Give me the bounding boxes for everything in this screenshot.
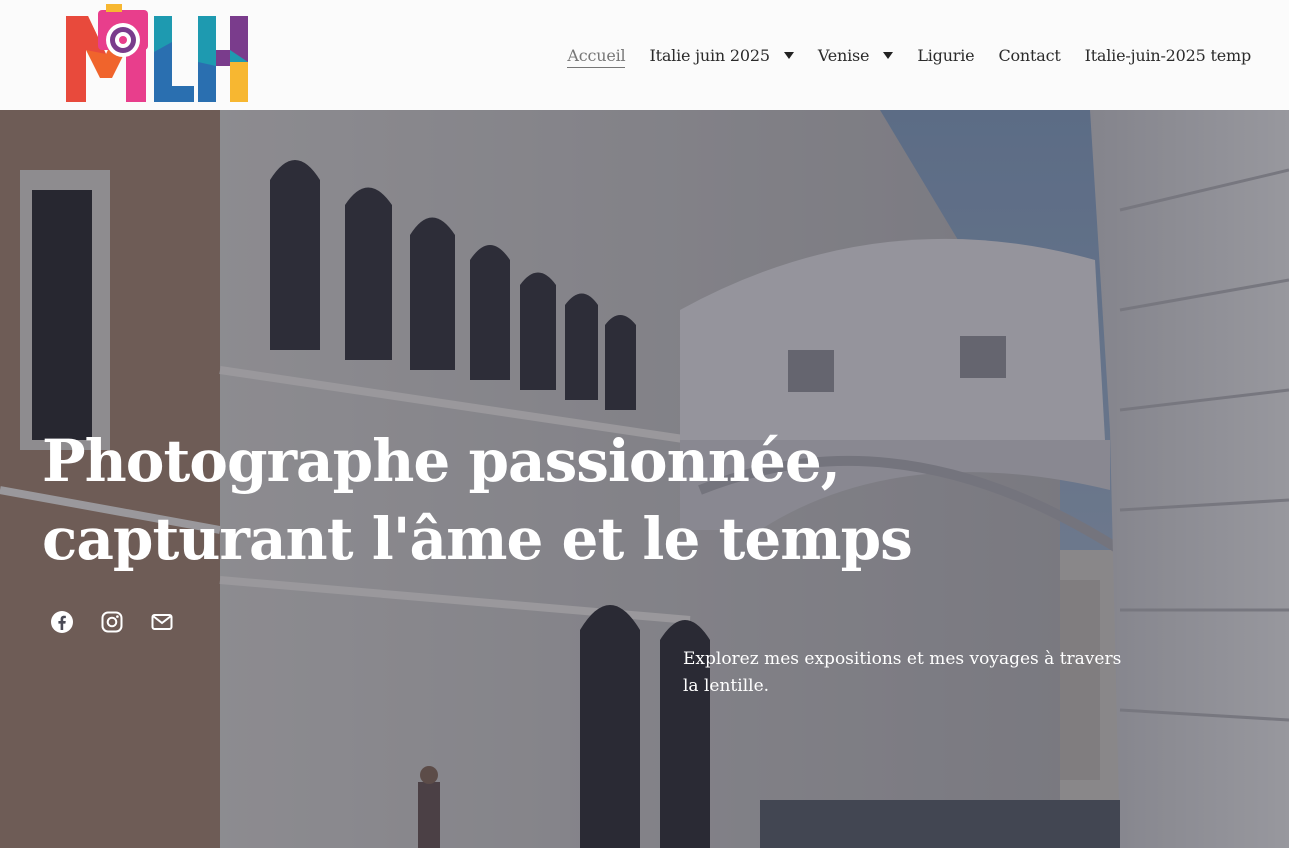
caret-down-icon[interactable] [883,51,894,59]
facebook-icon[interactable] [50,610,74,634]
nav-item-venise[interactable]: Venise [817,45,894,65]
site-header: Accueil Italie juin 2025 Venise Ligurie … [0,0,1289,110]
hero-section: Photographe passionnée, capturant l'âme … [0,110,1289,848]
nav-item-label: Italie juin 2025 [649,45,770,65]
site-logo[interactable] [62,2,252,106]
hero-headline-line-1: Photographe passionnée, [42,427,841,495]
instagram-icon[interactable] [100,610,124,634]
nav-item-label: Ligurie [917,45,975,65]
nav-item-accueil[interactable]: Accueil [567,45,626,68]
nav-item-contact[interactable]: Contact [998,46,1060,65]
nav-item-label: Contact [998,45,1061,65]
nav-item-label: Venise [817,45,870,65]
hero-headline-line-2: capturant l'âme et le temps [42,505,913,573]
nav-item-italie-juin-2025[interactable]: Italie juin 2025 [649,45,794,65]
social-links [50,610,174,634]
nav-item-label: Accueil [567,45,626,65]
caret-down-icon[interactable] [783,51,794,59]
email-icon[interactable] [150,610,174,634]
main-nav: Accueil Italie juin 2025 Venise Ligurie … [543,0,1251,110]
hero-headline: Photographe passionnée, capturant l'âme … [42,422,922,578]
nav-item-label: Italie-juin-2025 temp [1084,45,1252,65]
hero-tagline: Explorez mes expositions et mes voyages … [683,649,1122,696]
nav-item-ligurie[interactable]: Ligurie [917,46,974,65]
nav-item-italie-juin-2025-temp[interactable]: Italie-juin-2025 temp [1084,45,1252,65]
